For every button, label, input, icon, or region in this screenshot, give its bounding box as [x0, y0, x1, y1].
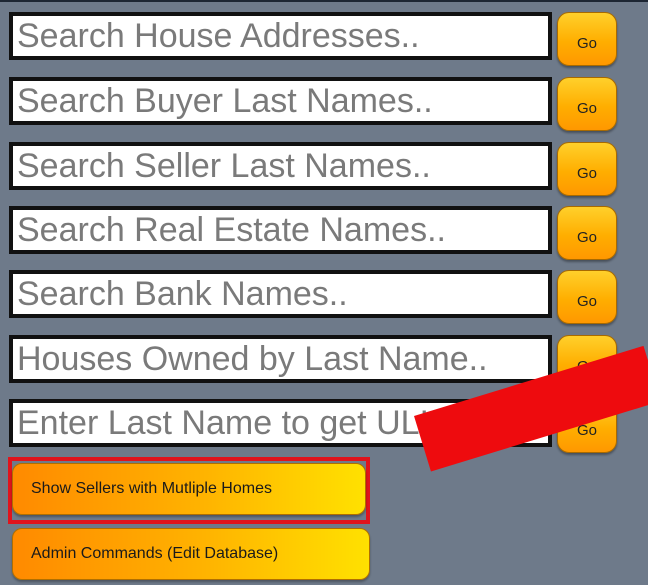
bank-name-go-button[interactable]: Go	[557, 270, 617, 324]
admin-commands-button[interactable]: Admin Commands (Edit Database)	[12, 528, 370, 580]
houses-owned-search-input[interactable]	[9, 335, 552, 383]
real-estate-name-go-button[interactable]: Go	[557, 206, 617, 260]
house-address-go-button[interactable]: Go	[557, 12, 617, 66]
buyer-last-name-go-button[interactable]: Go	[557, 77, 617, 131]
seller-last-name-go-button[interactable]: Go	[557, 142, 617, 196]
show-sellers-multiple-homes-button[interactable]: Show Sellers with Mutliple Homes	[12, 463, 366, 515]
seller-last-name-search-input[interactable]	[9, 142, 552, 190]
real-estate-name-search-input[interactable]	[9, 206, 552, 254]
house-address-search-input[interactable]	[9, 12, 552, 60]
bank-name-search-input[interactable]	[9, 270, 552, 318]
buyer-last-name-search-input[interactable]	[9, 77, 552, 125]
